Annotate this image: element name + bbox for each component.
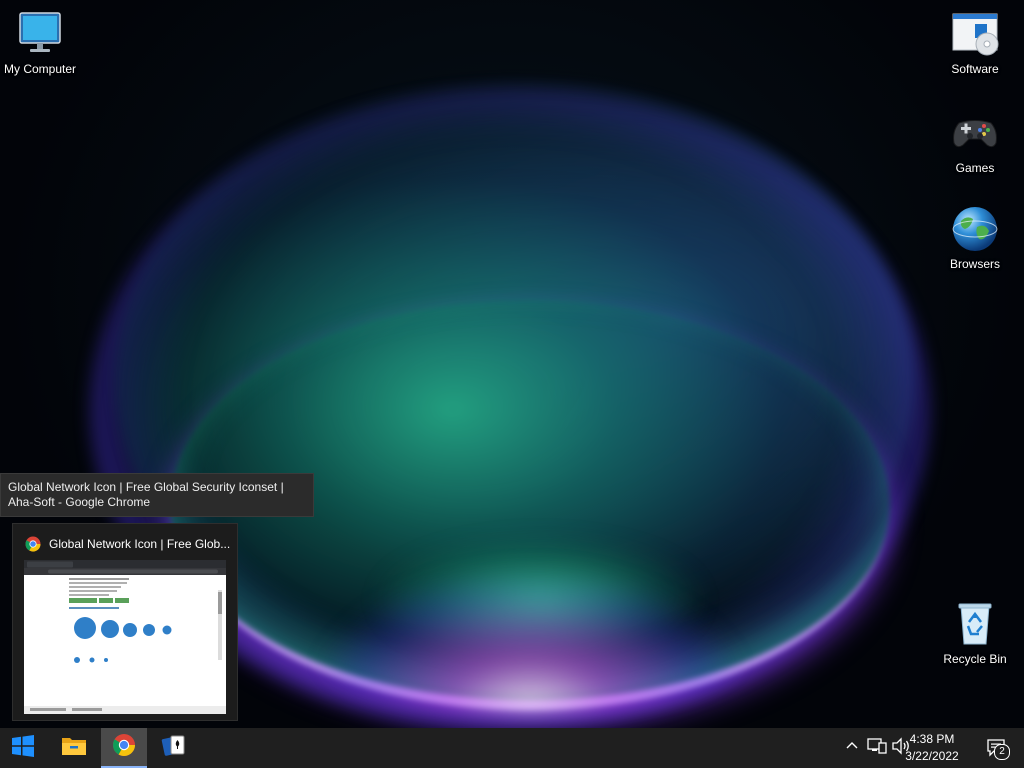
taskbar-solitaire[interactable] xyxy=(151,728,197,768)
monitor-icon xyxy=(16,10,64,58)
chrome-icon xyxy=(25,536,41,552)
taskbar: 4:38 PM 3/22/2022 2 xyxy=(0,728,1024,768)
desktop-icon-label: Recycle Bin xyxy=(943,652,1007,666)
network-status-button[interactable] xyxy=(865,728,889,768)
software-installer-icon xyxy=(951,10,999,58)
desktop-icon-recycle-bin[interactable]: Recycle Bin xyxy=(935,600,1015,666)
cards-icon xyxy=(161,734,187,763)
notification-count-badge: 2 xyxy=(994,744,1010,760)
network-icon xyxy=(867,737,887,760)
desktop-icon-label: Games xyxy=(955,161,995,175)
windows-logo-icon xyxy=(11,734,35,763)
desktop-icon-label: Browsers xyxy=(949,257,1000,271)
desktop-icon-browsers[interactable]: Browsers xyxy=(935,205,1015,271)
clock-time: 4:38 PM xyxy=(909,732,955,746)
folder-icon xyxy=(61,734,87,763)
thumbnail-title: Global Network Icon | Free Glob... xyxy=(49,537,231,551)
thumbnail-header: Global Network Icon | Free Glob... xyxy=(13,524,237,564)
action-center-button[interactable]: 2 xyxy=(982,728,1012,768)
desktop-icon-software[interactable]: Software xyxy=(935,10,1015,76)
clock-date: 3/22/2022 xyxy=(905,749,959,763)
notification-icon: 2 xyxy=(986,738,1010,760)
taskbar-file-explorer[interactable] xyxy=(51,728,97,768)
desktop-icon-label: Software xyxy=(951,62,999,76)
system-clock[interactable]: 4:38 PM 3/22/2022 xyxy=(892,731,972,765)
taskbar-tooltip: Global Network Icon | Free Global Securi… xyxy=(0,473,314,517)
wallpaper-rim-light xyxy=(300,560,760,710)
chevron-up-icon xyxy=(846,739,858,757)
desktop-icon-my-computer[interactable]: My Computer xyxy=(0,10,80,76)
desktop-icon-label: My Computer xyxy=(3,62,77,76)
recycle-bin-icon xyxy=(951,600,999,648)
show-hidden-icons-button[interactable] xyxy=(842,728,862,768)
gamepad-icon xyxy=(951,109,999,157)
globe-icon xyxy=(951,205,999,253)
desktop-icon-games[interactable]: Games xyxy=(935,109,1015,175)
start-button[interactable] xyxy=(0,728,46,768)
taskbar-google-chrome[interactable] xyxy=(101,728,147,768)
window-thumbnail-preview[interactable]: Global Network Icon | Free Glob... xyxy=(12,523,238,721)
thumbnail-page-snapshot xyxy=(24,560,226,714)
chrome-icon xyxy=(112,733,136,762)
